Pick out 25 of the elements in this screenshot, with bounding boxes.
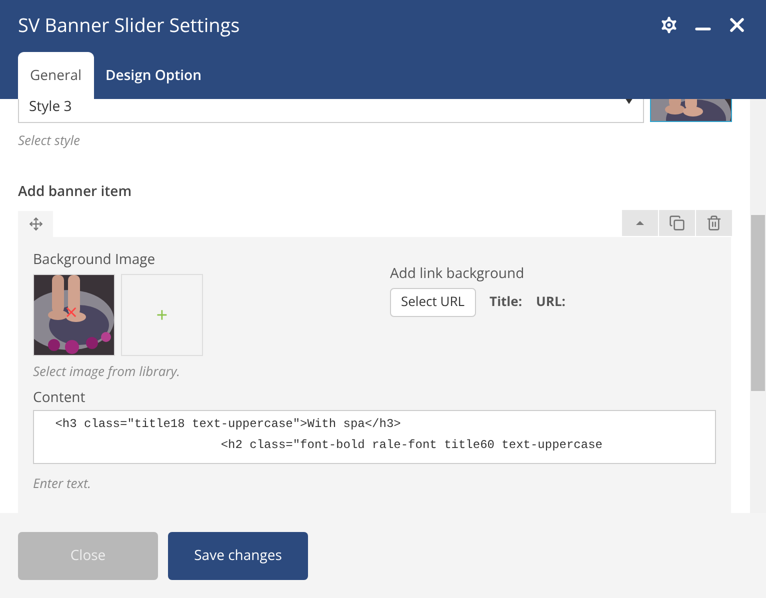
style-select[interactable]: Style 3 [18, 99, 644, 123]
trash-icon [706, 214, 722, 230]
content-textarea[interactable]: <h3 class="title18 text-uppercase">With spa</h3> <h2 class="font-bold rale-font title60 text-uppercase [33, 410, 716, 464]
caret-icon [636, 220, 644, 224]
field-label: Content [33, 387, 86, 408]
drag-handle[interactable] [18, 210, 53, 236]
delete-button[interactable] [696, 210, 732, 236]
url-label: URL: [536, 292, 566, 312]
save-button[interactable]: Save changes [168, 532, 308, 580]
field-hint: Select image from library. [33, 362, 182, 381]
scrollbar[interactable] [750, 99, 766, 513]
section-heading: Add banner item [18, 180, 133, 202]
tab[interactable]: Design Option [94, 52, 214, 99]
title-label: Title: [490, 292, 522, 312]
copy-button[interactable] [659, 210, 695, 236]
field-label: Background Image [33, 248, 156, 270]
field-hint: Enter text. [33, 474, 92, 494]
field-hint: Select style [18, 131, 81, 150]
window-title: SV Banner Slider Settings [18, 10, 241, 40]
select-url-button[interactable]: Select URL [390, 288, 476, 316]
copy-icon [669, 214, 685, 230]
field-label: Add link background [390, 262, 526, 284]
move-icon [28, 216, 42, 230]
dropdown-arrow-icon [625, 99, 633, 104]
tab[interactable]: General [18, 52, 94, 99]
